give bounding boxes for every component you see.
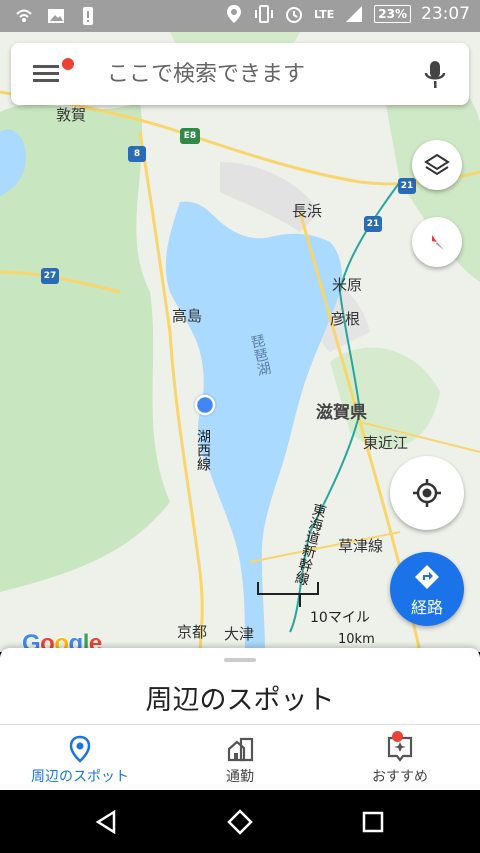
home-icon[interactable] xyxy=(227,809,253,835)
sheet-title: 周辺のスポット xyxy=(145,685,335,716)
map-label-hikone: 彦根 xyxy=(330,310,361,328)
my-location-button[interactable] xyxy=(390,456,464,530)
scale-km: 10km xyxy=(338,632,375,647)
route-shield-27: 27 xyxy=(41,268,59,284)
sheet-drag-handle[interactable] xyxy=(224,658,256,662)
clock: 23:07 xyxy=(421,4,470,24)
map-label-kusatsu-line: 草津線 xyxy=(338,537,384,555)
map-label-nagahama: 長浜 xyxy=(292,202,323,220)
battery-level: 23% xyxy=(374,5,411,23)
vibrate-icon xyxy=(255,5,274,23)
map-label-kyoto: 京都 xyxy=(177,623,208,641)
directions-icon xyxy=(415,565,439,589)
image-icon xyxy=(48,9,64,23)
for-you-notification-dot xyxy=(392,731,403,742)
search-bar[interactable] xyxy=(11,43,469,105)
network-type: LTE xyxy=(314,7,335,21)
system-navigation-bar xyxy=(0,790,480,853)
route-shield-21-south: 21 xyxy=(364,216,382,232)
route-shield-8: 8 xyxy=(128,146,146,162)
layers-button[interactable] xyxy=(412,140,462,190)
location-icon xyxy=(227,5,242,23)
alert-icon xyxy=(83,7,93,25)
bottom-navigation: 周辺のスポット 通勤 おすすめ xyxy=(0,724,480,790)
directions-button[interactable]: 経路 xyxy=(390,552,464,626)
alarm-icon xyxy=(286,7,303,23)
tab-for-you-label: おすすめ xyxy=(372,769,428,785)
map-scale: 10マイル 10km xyxy=(258,607,378,647)
wifi-calling-icon xyxy=(16,9,32,22)
explore-sheet[interactable]: 周辺のスポット xyxy=(0,648,480,728)
highway-shield-e8: E8 xyxy=(180,128,200,144)
microphone-icon[interactable] xyxy=(423,60,447,90)
commute-icon xyxy=(227,737,254,762)
map-label-otsu: 大津 xyxy=(224,625,255,643)
crosshair-icon xyxy=(413,479,441,507)
signal-icon xyxy=(346,6,363,22)
tab-commute-label: 通勤 xyxy=(226,769,254,785)
tab-explore[interactable]: 周辺のスポット xyxy=(0,725,160,790)
route-shield-21-north: 21 xyxy=(398,178,416,194)
map-label-shiga: 滋賀県 xyxy=(316,403,367,423)
directions-label: 経路 xyxy=(410,598,443,617)
map-label-tsuruga: 敦賀 xyxy=(56,106,87,124)
map-label-higashiomi: 東近江 xyxy=(363,434,409,452)
back-icon[interactable] xyxy=(94,810,118,834)
notification-dot xyxy=(62,58,74,70)
scale-miles: 10マイル xyxy=(310,610,370,626)
map-label-maibara: 米原 xyxy=(332,276,363,294)
menu-button[interactable] xyxy=(33,61,63,87)
status-bar: LTE 23% 23:07 xyxy=(0,0,480,32)
compass-icon xyxy=(432,235,444,250)
map-label-takashima: 高島 xyxy=(172,307,203,325)
recents-icon[interactable] xyxy=(362,811,384,833)
compass-button[interactable] xyxy=(412,217,462,267)
search-input[interactable] xyxy=(107,55,407,93)
tab-commute[interactable]: 通勤 xyxy=(160,725,320,790)
map-label-kosei-line: 湖西線 xyxy=(195,429,211,471)
tab-explore-label: 周辺のスポット xyxy=(31,769,129,785)
layers-icon xyxy=(424,153,450,176)
location-pin-icon xyxy=(69,735,91,763)
hamburger-icon xyxy=(33,65,59,68)
